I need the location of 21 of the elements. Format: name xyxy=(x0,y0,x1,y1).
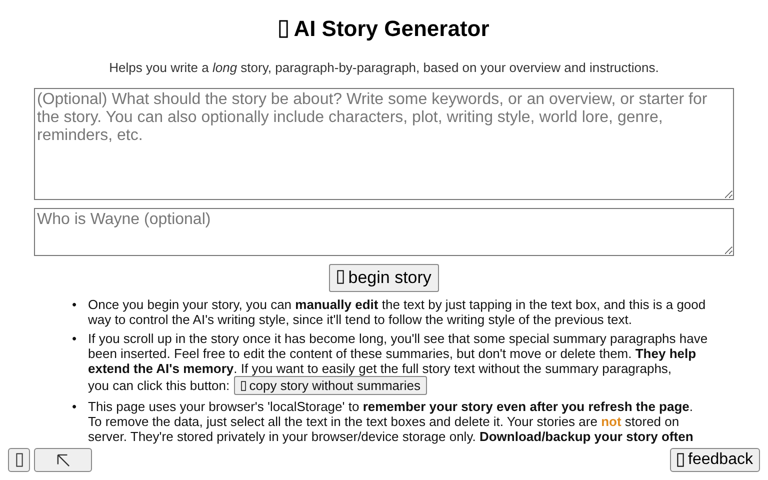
overview-field[interactable]: (Optional) What should the story be about? Write some keywords, or an overview, or starter for the story. You can also optionally include characters, plot, writing style, world lore, genre, reminders, etc. xyxy=(34,88,734,200)
bullet: • xyxy=(72,297,78,314)
missing-glyph-icon xyxy=(278,20,288,38)
character-field[interactable]: Who is Wayne (optional) xyxy=(34,208,734,256)
missing-glyph-icon xyxy=(16,453,22,467)
arrow-up-left-icon xyxy=(56,454,70,466)
feedback-button[interactable]: feedback xyxy=(670,448,760,472)
tip-text: you can click this button: xyxy=(88,378,230,393)
bullet: • xyxy=(72,399,78,416)
page-title: AI Story Generator xyxy=(294,16,490,42)
copy-story-button[interactable]: copy story without summaries xyxy=(234,376,428,395)
missing-glyph-icon xyxy=(240,381,246,391)
subtitle-text: Helps you write a long story, paragraph-by-paragraph, based on your overview and instructions. xyxy=(108,60,660,75)
expand-button[interactable] xyxy=(34,448,92,472)
begin-story-button[interactable]: begin story xyxy=(328,264,440,292)
missing-glyph-icon xyxy=(336,270,344,284)
tip-text: Once you begin your story, you can manually edit the text by just tapping in the text box, and this is a good way to control the AI's writing style, since it'll tend to follow the writing style of the previous text. xyxy=(88,297,706,327)
missing-glyph-icon xyxy=(677,453,684,467)
menu-button[interactable] xyxy=(8,448,30,472)
tip-text: This page uses your browser's 'localStorage' to remember your story even after you refresh the page. To remove the data, just select all the text in the text boxes and delete it. Your stories are not stored on server. They're stored privately in your browser/device storage only. Download/backup your story often xyxy=(88,399,694,444)
bullet: • xyxy=(72,331,78,348)
